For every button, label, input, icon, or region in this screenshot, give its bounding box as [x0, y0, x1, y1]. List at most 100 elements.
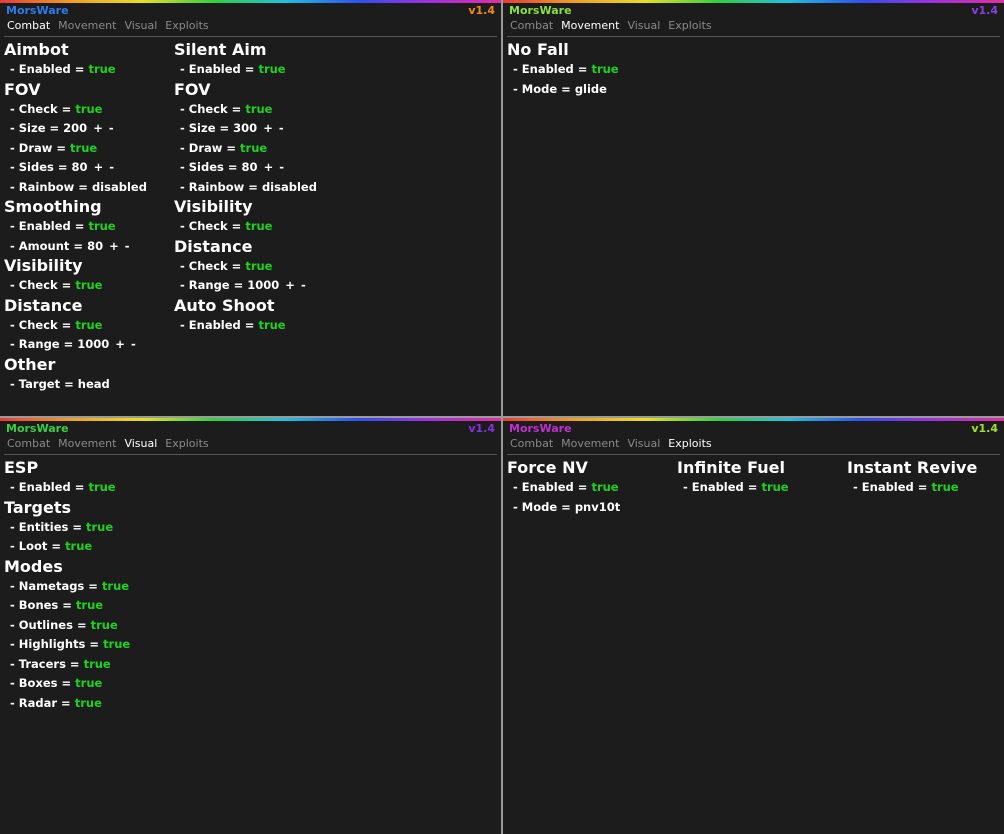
- visual-window: MorsWare v1.4 Combat Movement Visual Exploi…: [0, 418, 501, 834]
- radar-toggle[interactable]: true: [75, 696, 102, 710]
- entities-row: - Entities = true: [4, 518, 130, 538]
- tab-visual[interactable]: Visual: [627, 437, 660, 450]
- infinite-fuel-enabled-toggle[interactable]: true: [761, 480, 788, 494]
- brand-label: MorsWare: [509, 4, 572, 17]
- force-nv-mode-value[interactable]: pnv10t: [575, 500, 620, 514]
- tab-movement[interactable]: Movement: [58, 437, 116, 450]
- loot-toggle[interactable]: true: [65, 539, 92, 553]
- nametags-toggle[interactable]: true: [102, 579, 129, 593]
- option-label: - Size =: [180, 121, 230, 135]
- aimbot-enabled-toggle[interactable]: true: [88, 62, 115, 76]
- tab-visual[interactable]: Visual: [124, 19, 157, 32]
- smoothing-enabled-toggle[interactable]: true: [88, 219, 115, 233]
- option-label: - Enabled =: [10, 219, 85, 233]
- distance-check-row: - Check = true: [4, 316, 147, 336]
- tab-combat[interactable]: Combat: [510, 437, 553, 450]
- aimbot-enabled-row: - Enabled = true: [4, 60, 147, 80]
- silent-fov-title: FOV: [174, 79, 211, 99]
- fov-draw-toggle[interactable]: true: [70, 141, 97, 155]
- silent-enabled-toggle[interactable]: true: [258, 62, 285, 76]
- increase-button[interactable]: +: [263, 121, 273, 135]
- highlights-row: - Highlights = true: [4, 635, 130, 655]
- tab-bar: Combat Movement Visual Exploits: [4, 437, 497, 455]
- increase-button[interactable]: +: [115, 337, 125, 351]
- decrease-button[interactable]: -: [301, 278, 306, 292]
- fov-check-toggle[interactable]: true: [75, 102, 102, 116]
- brand-label: MorsWare: [6, 422, 69, 435]
- esp-enabled-toggle[interactable]: true: [88, 480, 115, 494]
- radar-row: - Radar = true: [4, 694, 130, 714]
- targets-title: Targets: [4, 497, 72, 517]
- tab-exploits[interactable]: Exploits: [165, 19, 208, 32]
- decrease-button[interactable]: -: [109, 160, 114, 174]
- increase-button[interactable]: +: [264, 160, 274, 174]
- auto-shoot-enabled-toggle[interactable]: true: [258, 318, 285, 332]
- tab-visual[interactable]: Visual: [124, 437, 157, 450]
- silent-distance-range-value: 1000: [247, 278, 280, 292]
- titlebar: MorsWare v1.4: [503, 3, 1004, 19]
- tab-combat[interactable]: Combat: [510, 19, 553, 32]
- target-value[interactable]: head: [78, 377, 110, 391]
- option-label: - Rainbow =: [180, 179, 258, 194]
- instant-revive-enabled-toggle[interactable]: true: [931, 480, 958, 494]
- visibility-title: Visibility: [4, 256, 83, 275]
- decrease-button[interactable]: -: [109, 121, 114, 135]
- bones-toggle[interactable]: true: [76, 598, 103, 612]
- force-nv-enabled-toggle[interactable]: true: [591, 480, 618, 494]
- boxes-row: - Boxes = true: [4, 674, 130, 694]
- entities-toggle[interactable]: true: [86, 520, 113, 534]
- silent-fov-rainbow-toggle[interactable]: disabled: [262, 180, 317, 194]
- increase-button[interactable]: +: [109, 239, 119, 253]
- distance-title: Distance: [4, 295, 83, 315]
- option-label: - Highlights =: [10, 637, 100, 651]
- tab-exploits[interactable]: Exploits: [165, 437, 208, 450]
- silent-fov-check-row: - Check = true: [174, 100, 317, 120]
- tab-movement[interactable]: Movement: [561, 19, 619, 32]
- silent-visibility-check-row: - Check = true: [174, 217, 317, 237]
- increase-button[interactable]: +: [93, 121, 103, 135]
- version-label: v1.4: [971, 422, 998, 435]
- visibility-check-toggle[interactable]: true: [75, 278, 102, 292]
- decrease-button[interactable]: -: [279, 160, 284, 174]
- silent-fov-check-toggle[interactable]: true: [245, 102, 272, 116]
- silent-fov-sides-value: 80: [241, 160, 258, 174]
- smoothing-amount-value: 80: [87, 238, 104, 253]
- option-label: - Sides =: [180, 160, 238, 174]
- no-fall-title: No Fall: [507, 40, 569, 59]
- silent-distance-range-row: - Range = 1000 + -: [174, 276, 317, 296]
- tab-movement[interactable]: Movement: [58, 19, 116, 32]
- fov-rainbow-row: - Rainbow = disabled: [4, 178, 147, 198]
- silent-fov-size-row: - Size = 300 + -: [174, 119, 317, 139]
- option-label: - Mode =: [513, 81, 571, 96]
- increase-button[interactable]: +: [94, 160, 104, 174]
- infinite-fuel-section: Infinite Fuel - Enabled = true: [677, 458, 789, 498]
- fov-rainbow-toggle[interactable]: disabled: [92, 180, 147, 194]
- tab-movement[interactable]: Movement: [561, 437, 619, 450]
- fov-title: FOV: [4, 79, 41, 99]
- increase-button[interactable]: +: [285, 278, 295, 292]
- highlights-toggle[interactable]: true: [103, 637, 130, 651]
- option-label: - Draw =: [10, 140, 67, 155]
- distance-check-toggle[interactable]: true: [75, 318, 102, 332]
- no-fall-enabled-toggle[interactable]: true: [591, 62, 618, 76]
- decrease-button[interactable]: -: [125, 239, 130, 253]
- tab-visual[interactable]: Visual: [627, 19, 660, 32]
- tracers-toggle[interactable]: true: [84, 657, 111, 671]
- tab-combat[interactable]: Combat: [7, 19, 50, 32]
- silent-distance-check-toggle[interactable]: true: [245, 259, 272, 273]
- no-fall-mode-value[interactable]: glide: [575, 82, 607, 96]
- instant-revive-enabled-row: - Enabled = true: [847, 478, 977, 498]
- silent-distance-check-row: - Check = true: [174, 257, 317, 277]
- tab-exploits[interactable]: Exploits: [668, 19, 711, 32]
- decrease-button[interactable]: -: [131, 337, 136, 351]
- silent-visibility-check-toggle[interactable]: true: [245, 219, 272, 233]
- tab-combat[interactable]: Combat: [7, 437, 50, 450]
- boxes-toggle[interactable]: true: [75, 676, 102, 690]
- distance-range-value: 1000: [77, 337, 110, 351]
- option-label: - Loot =: [10, 539, 62, 553]
- tab-bar: Combat Movement Visual Exploits: [4, 19, 497, 37]
- decrease-button[interactable]: -: [279, 121, 284, 135]
- outlines-toggle[interactable]: true: [91, 618, 118, 632]
- silent-fov-draw-toggle[interactable]: true: [240, 141, 267, 155]
- tab-exploits[interactable]: Exploits: [668, 437, 711, 450]
